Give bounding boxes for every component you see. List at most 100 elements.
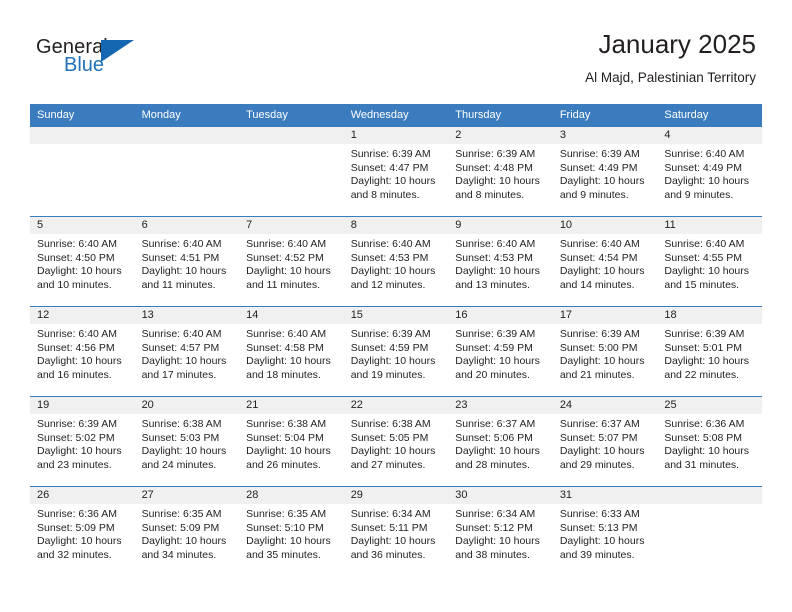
calendar-week-row: 1 Sunrise: 6:39 AM Sunset: 4:47 PM Daylight… <box>30 126 762 217</box>
day-number: 10 <box>552 217 658 234</box>
calendar-day-cell[interactable]: 3 Sunrise: 6:39 AM Sunset: 4:49 PM Daylight… <box>552 126 658 217</box>
day-sun-details: Sunrise: 6:40 AM Sunset: 4:52 PM Daylight:… <box>239 234 344 292</box>
calendar-day-cell[interactable]: 7 Sunrise: 6:40 AM Sunset: 4:52 PM Daylight… <box>239 216 344 307</box>
daylight-duration-line2: and 32 minutes. <box>37 548 112 561</box>
day-sun-details: Sunrise: 6:39 AM Sunset: 5:01 PM Daylight:… <box>657 324 762 382</box>
sunrise-time: Sunrise: 6:40 AM <box>141 328 222 340</box>
sunrise-time: Sunrise: 6:40 AM <box>37 328 117 340</box>
sunset-time: Sunset: 5:04 PM <box>246 431 324 444</box>
daylight-duration-line1: Daylight: 10 hours <box>141 445 227 458</box>
calendar-day-cell[interactable]: 1 Sunrise: 6:39 AM Sunset: 4:47 PM Daylight… <box>343 126 449 217</box>
day-number <box>134 127 240 144</box>
day-number: 6 <box>134 217 240 234</box>
calendar-day-cell[interactable]: 19 Sunrise: 6:39 AM Sunset: 5:02 PM Dayligh… <box>30 396 135 487</box>
calendar-day-cell[interactable]: 25 Sunrise: 6:36 AM Sunset: 5:08 PM Dayligh… <box>657 396 762 487</box>
calendar-day-cell[interactable]: 6 Sunrise: 6:40 AM Sunset: 4:51 PM Daylight… <box>134 216 240 307</box>
day-sun-details: Sunrise: 6:39 AM Sunset: 4:47 PM Daylight:… <box>344 144 449 202</box>
calendar-day-cell[interactable]: 9 Sunrise: 6:40 AM Sunset: 4:53 PM Daylight… <box>448 216 553 307</box>
calendar-day-cell[interactable]: 22 Sunrise: 6:38 AM Sunset: 5:05 PM Dayligh… <box>343 396 449 487</box>
day-sun-details: Sunrise: 6:36 AM Sunset: 5:08 PM Daylight:… <box>657 414 762 472</box>
weekday-header-tuesday: Tuesday <box>239 104 344 127</box>
daylight-duration-line2: and 28 minutes. <box>455 458 530 471</box>
calendar-day-cell[interactable]: 29 Sunrise: 6:34 AM Sunset: 5:11 PM Dayligh… <box>343 486 449 577</box>
day-sun-details: Sunrise: 6:40 AM Sunset: 4:50 PM Daylight:… <box>30 234 135 292</box>
sunrise-time: Sunrise: 6:39 AM <box>559 328 640 340</box>
calendar-day-cell[interactable]: 27 Sunrise: 6:35 AM Sunset: 5:09 PM Dayligh… <box>134 486 240 577</box>
calendar-day-cell[interactable]: 17 Sunrise: 6:39 AM Sunset: 5:00 PM Dayligh… <box>552 306 658 397</box>
calendar-day-cell[interactable]: 31 Sunrise: 6:33 AM Sunset: 5:13 PM Dayligh… <box>552 486 658 577</box>
sunrise-time: Sunrise: 6:33 AM <box>559 508 640 520</box>
calendar-day-cell[interactable]: 21 Sunrise: 6:38 AM Sunset: 5:04 PM Dayligh… <box>239 396 344 487</box>
calendar-week-row: 19 Sunrise: 6:39 AM Sunset: 5:02 PM Dayligh… <box>30 396 762 487</box>
sunrise-time: Sunrise: 6:39 AM <box>559 148 640 160</box>
day-sun-details: Sunrise: 6:39 AM Sunset: 5:00 PM Daylight:… <box>553 324 658 382</box>
sunset-time: Sunset: 5:11 PM <box>350 521 428 534</box>
day-number <box>239 127 344 144</box>
calendar-day-cell[interactable]: 13 Sunrise: 6:40 AM Sunset: 4:57 PM Dayligh… <box>134 306 240 397</box>
sunset-time: Sunset: 5:00 PM <box>559 341 638 354</box>
day-number: 29 <box>343 487 449 504</box>
sunset-time: Sunset: 5:13 PM <box>559 521 638 534</box>
sunset-time: Sunset: 4:58 PM <box>246 341 324 354</box>
daylight-duration-line2: and 17 minutes. <box>141 368 217 381</box>
sunset-time: Sunset: 4:51 PM <box>141 251 220 264</box>
day-sun-details: Sunrise: 6:40 AM Sunset: 4:49 PM Daylight:… <box>657 144 762 202</box>
sunset-time: Sunset: 4:52 PM <box>246 251 324 264</box>
daylight-duration-line2: and 34 minutes. <box>141 548 217 561</box>
sunrise-time: Sunrise: 6:39 AM <box>664 328 745 340</box>
calendar-day-cell[interactable]: 5 Sunrise: 6:40 AM Sunset: 4:50 PM Daylight… <box>30 216 135 307</box>
day-number: 25 <box>657 397 762 414</box>
sunset-time: Sunset: 5:05 PM <box>350 431 429 444</box>
calendar-day-cell[interactable]: 8 Sunrise: 6:40 AM Sunset: 4:53 PM Daylight… <box>343 216 449 307</box>
daylight-duration-line1: Daylight: 10 hours <box>559 445 645 458</box>
calendar-day-cell[interactable]: 12 Sunrise: 6:40 AM Sunset: 4:56 PM Dayligh… <box>30 306 135 397</box>
page-header: General Blue January 2025 Al Majd, Pales… <box>36 28 756 98</box>
day-sun-details: Sunrise: 6:39 AM Sunset: 4:59 PM Daylight:… <box>344 324 449 382</box>
calendar-day-cell[interactable]: 16 Sunrise: 6:39 AM Sunset: 4:59 PM Dayligh… <box>448 306 553 397</box>
daylight-duration-line1: Daylight: 10 hours <box>350 265 436 278</box>
calendar-day-cell[interactable]: 20 Sunrise: 6:38 AM Sunset: 5:03 PM Dayligh… <box>134 396 240 487</box>
calendar-day-cell-empty <box>657 486 762 577</box>
sunset-time: Sunset: 4:55 PM <box>664 251 743 264</box>
calendar-day-cell[interactable]: 23 Sunrise: 6:37 AM Sunset: 5:06 PM Dayligh… <box>448 396 553 487</box>
calendar-day-cell[interactable]: 11 Sunrise: 6:40 AM Sunset: 4:55 PM Dayligh… <box>657 216 762 307</box>
page-subtitle-location: Al Majd, Palestinian Territory <box>585 70 756 85</box>
calendar-day-cell[interactable]: 28 Sunrise: 6:35 AM Sunset: 5:10 PM Dayligh… <box>239 486 344 577</box>
calendar-day-cell[interactable]: 10 Sunrise: 6:40 AM Sunset: 4:54 PM Dayligh… <box>552 216 658 307</box>
daylight-duration-line1: Daylight: 10 hours <box>37 265 122 278</box>
sunset-time: Sunset: 5:06 PM <box>455 431 533 444</box>
daylight-duration-line2: and 26 minutes. <box>246 458 321 471</box>
calendar-day-cell[interactable]: 4 Sunrise: 6:40 AM Sunset: 4:49 PM Daylight… <box>657 126 762 217</box>
calendar-day-cell[interactable]: 18 Sunrise: 6:39 AM Sunset: 5:01 PM Dayligh… <box>657 306 762 397</box>
day-sun-details: Sunrise: 6:40 AM Sunset: 4:53 PM Daylight:… <box>344 234 449 292</box>
sunset-time: Sunset: 5:08 PM <box>664 431 743 444</box>
daylight-duration-line1: Daylight: 10 hours <box>664 265 750 278</box>
daylight-duration-line1: Daylight: 10 hours <box>664 175 750 188</box>
sunrise-time: Sunrise: 6:40 AM <box>141 238 222 250</box>
calendar-day-cell[interactable]: 30 Sunrise: 6:34 AM Sunset: 5:12 PM Dayligh… <box>448 486 553 577</box>
day-number: 8 <box>343 217 449 234</box>
sunset-time: Sunset: 5:01 PM <box>664 341 743 354</box>
day-number: 7 <box>239 217 344 234</box>
calendar-day-cell[interactable]: 2 Sunrise: 6:39 AM Sunset: 4:48 PM Daylight… <box>448 126 553 217</box>
sunrise-time: Sunrise: 6:37 AM <box>559 418 640 430</box>
weekday-header-friday: Friday <box>552 104 658 127</box>
daylight-duration-line2: and 39 minutes. <box>559 548 635 561</box>
day-number: 18 <box>657 307 762 324</box>
daylight-duration-line1: Daylight: 10 hours <box>141 355 227 368</box>
calendar-day-cell[interactable]: 14 Sunrise: 6:40 AM Sunset: 4:58 PM Dayligh… <box>239 306 344 397</box>
sunrise-time: Sunrise: 6:40 AM <box>455 238 536 250</box>
day-sun-details: Sunrise: 6:40 AM Sunset: 4:51 PM Daylight:… <box>135 234 240 292</box>
sunrise-time: Sunrise: 6:39 AM <box>350 328 431 340</box>
calendar-page: General Blue January 2025 Al Majd, Pales… <box>0 0 792 612</box>
calendar-day-cell[interactable]: 15 Sunrise: 6:39 AM Sunset: 4:59 PM Dayligh… <box>343 306 449 397</box>
daylight-duration-line1: Daylight: 10 hours <box>350 175 436 188</box>
calendar-day-cell[interactable]: 24 Sunrise: 6:37 AM Sunset: 5:07 PM Dayligh… <box>552 396 658 487</box>
day-sun-details: Sunrise: 6:35 AM Sunset: 5:09 PM Daylight:… <box>135 504 240 562</box>
daylight-duration-line2: and 12 minutes. <box>350 278 426 291</box>
day-number: 28 <box>239 487 344 504</box>
daylight-duration-line2: and 8 minutes. <box>350 188 420 201</box>
calendar-day-cell[interactable]: 26 Sunrise: 6:36 AM Sunset: 5:09 PM Dayligh… <box>30 486 135 577</box>
day-number: 24 <box>552 397 658 414</box>
weekday-header-row: Sunday Monday Tuesday Wednesday Thursday… <box>30 104 762 127</box>
